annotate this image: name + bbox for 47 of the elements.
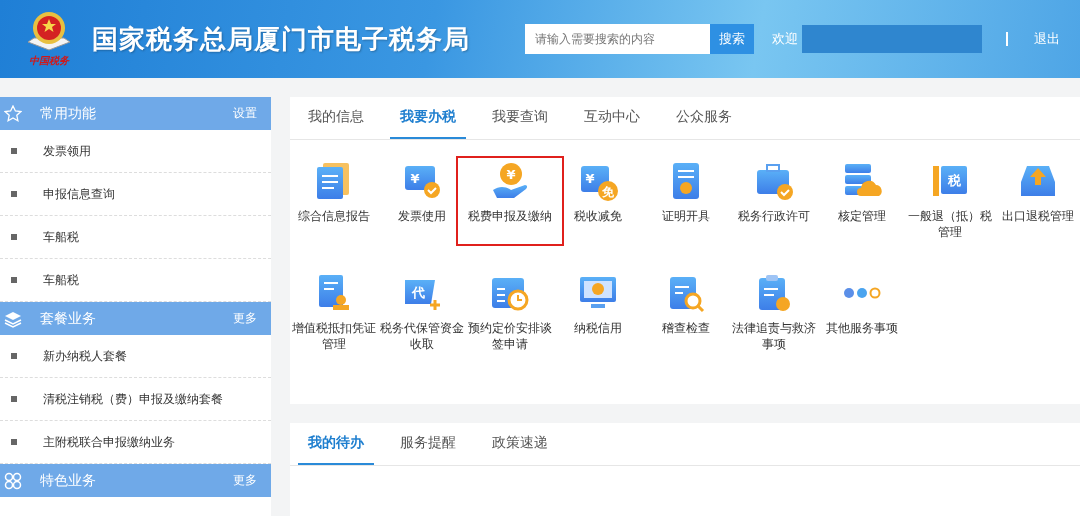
welcome-text: 欢迎 [772,30,798,48]
service-item[interactable]: 预约定价安排谈签申请 [466,268,554,358]
logo-caption: 中国税务 [29,54,69,68]
service-item[interactable]: 税 一般退（抵）税管理 [906,156,994,246]
bullet-icon [11,191,17,197]
search-field[interactable]: 请输入需要搜索的内容 [525,24,710,54]
bullet-icon [11,277,17,283]
sidebar-item[interactable]: 发票领用 [43,142,91,160]
todo-tab[interactable]: 我的待办 [298,423,374,465]
todo-tab[interactable]: 服务提醒 [390,423,466,465]
sidebar-item[interactable]: 清税注销税（费）申报及缴纳套餐 [43,390,223,408]
bullet-icon [11,148,17,154]
bullet-icon [11,396,17,402]
layers-icon [4,309,22,328]
service-item[interactable]: 出口退税管理 [994,156,1080,246]
service-item[interactable]: 稽查检查 [642,268,730,358]
service-item[interactable]: 纳税信用 [554,268,642,358]
service-item[interactable]: 核定管理 [818,156,906,246]
service-item[interactable]: 综合信息报告 [290,156,378,246]
dots-icon [841,287,883,299]
service-item[interactable]: 代 税务代保管资金收取 [378,268,466,358]
main-tab[interactable]: 公众服务 [666,97,742,139]
section-title: 套餐业务 [40,309,97,328]
section-title: 常用功能 [40,104,97,123]
service-item[interactable]: 证明开具 [642,156,730,246]
section-title: 特色业务 [40,471,97,490]
service-item[interactable]: 增值税抵扣凭证管理 [290,268,378,358]
bullet-icon [11,439,17,445]
sidebar-item[interactable]: 车船税 [43,228,79,246]
site-title: 国家税务总局厦门市电子税务局 [92,22,471,56]
service-item[interactable]: 税务行政许可 [730,156,818,246]
main-tab[interactable]: 我要办税 [390,97,466,139]
sidebar-item[interactable]: 车船税 [43,271,79,289]
highlighted-service-item[interactable]: ¥ 税费申报及缴纳 [456,156,564,246]
service-item[interactable]: 其他服务事项 [818,268,906,358]
service-item[interactable]: 法律追责与救济事项 [730,268,818,358]
sidebar-item[interactable]: 新办纳税人套餐 [43,347,127,365]
sidebar-item[interactable]: 申报信息查询 [43,185,115,203]
main-tab[interactable]: 互动中心 [574,97,650,139]
grid-icon [4,471,22,490]
main-tab[interactable]: 我的信息 [298,97,374,139]
bullet-icon [11,353,17,359]
star-icon [4,104,22,123]
todo-tab[interactable]: 政策速递 [482,423,558,465]
bullet-icon [11,234,17,240]
main-tab[interactable]: 我要查询 [482,97,558,139]
sidebar-item[interactable]: 主附税联合申报缴纳业务 [43,433,175,451]
